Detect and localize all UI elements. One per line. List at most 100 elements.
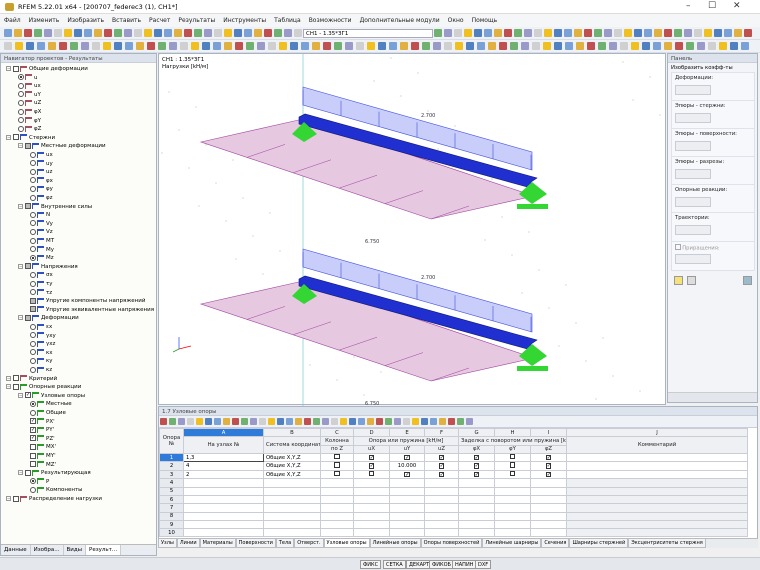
table-toolbar-icon[interactable] <box>178 418 185 425</box>
table-cell[interactable]: ✓ <box>458 461 495 471</box>
toolbar-button-icon[interactable] <box>74 29 82 37</box>
toolbar-button-icon[interactable] <box>724 29 732 37</box>
row-number[interactable]: 3 <box>159 469 184 480</box>
checkbox[interactable]: ✓ <box>368 454 375 461</box>
tree-item[interactable]: Mz <box>30 254 54 263</box>
radio-button[interactable] <box>18 74 24 81</box>
menu-item[interactable]: Изобразить <box>63 14 108 27</box>
checkbox[interactable] <box>30 306 36 313</box>
toolbar-button-icon[interactable] <box>257 42 265 50</box>
expand-toggle[interactable]: − <box>18 470 23 476</box>
coord-cell[interactable]: Общие X,Y,Z <box>263 469 321 480</box>
radio-button[interactable] <box>30 271 36 278</box>
node-cell[interactable]: 4 <box>183 461 264 471</box>
tree-item[interactable]: ✓ PZ' <box>30 435 55 444</box>
checkbox[interactable] <box>30 452 36 459</box>
toolbar-button-icon[interactable] <box>534 29 542 37</box>
tree-item[interactable]: − Результирующая <box>18 469 91 478</box>
radio-button[interactable] <box>30 478 36 485</box>
tree-item[interactable]: ✓ PX' <box>30 418 55 427</box>
toolbar-button-icon[interactable] <box>103 42 111 50</box>
row-number[interactable]: 8 <box>159 511 184 521</box>
radio-button[interactable] <box>18 82 24 89</box>
table-toolbar-icon[interactable] <box>196 418 203 425</box>
toolbar-button-icon[interactable] <box>614 29 622 37</box>
checkbox[interactable] <box>25 203 31 210</box>
toolbar-button-icon[interactable] <box>604 29 612 37</box>
toolbar-button-icon[interactable] <box>312 42 320 50</box>
table-cell[interactable] <box>263 519 321 530</box>
checkbox[interactable] <box>30 461 36 468</box>
minimize-button[interactable]: – <box>686 1 691 11</box>
radio-button[interactable] <box>30 323 36 330</box>
toolbar-button-icon[interactable] <box>598 42 606 50</box>
table-cell[interactable] <box>494 528 531 538</box>
table-row[interactable]: 8 <box>159 511 748 521</box>
table-cell[interactable] <box>183 486 264 497</box>
navigator-tab[interactable]: Данные <box>1 545 31 555</box>
table-cell[interactable] <box>530 494 567 505</box>
table-cell[interactable] <box>530 528 567 538</box>
scale-factor-spinner[interactable] <box>675 113 711 123</box>
column-letter[interactable]: C <box>320 427 354 438</box>
toolbar-button-icon[interactable] <box>514 29 522 37</box>
table-row[interactable]: 3 2 Общие X,Y,Z ✓ ✓ ✓ ✓ <box>159 469 748 480</box>
toolbar-button-icon[interactable] <box>634 29 642 37</box>
radio-button[interactable] <box>30 289 36 296</box>
radio-button[interactable] <box>18 91 24 98</box>
expand-toggle[interactable]: − <box>6 384 11 390</box>
tree-item[interactable]: P <box>30 478 49 487</box>
tree-item[interactable]: Упругие компоненты напряжений <box>30 297 145 306</box>
table-tab[interactable]: Узлы <box>158 539 177 548</box>
tree-item[interactable]: − Распределение нагрузки <box>6 495 102 504</box>
checkbox[interactable] <box>30 443 36 450</box>
status-toggle[interactable]: DXF <box>475 560 492 569</box>
table-cell[interactable] <box>424 486 459 497</box>
table-cell[interactable]: ✓ <box>458 452 495 463</box>
tree-item[interactable]: My <box>30 246 54 255</box>
toolbar-button-icon[interactable] <box>464 29 472 37</box>
tree-item[interactable]: N <box>30 211 50 220</box>
menu-item[interactable]: Результаты <box>174 14 219 27</box>
tree-item[interactable]: − Критерий <box>6 375 57 384</box>
toolbar-button-icon[interactable] <box>576 42 584 50</box>
coord-cell[interactable]: Общие X,Y,Z <box>263 461 321 471</box>
toolbar-button-icon[interactable] <box>4 42 12 50</box>
table-cell[interactable] <box>458 494 495 505</box>
tree-item[interactable]: Общие <box>30 409 66 418</box>
toolbar-button-icon[interactable] <box>158 42 166 50</box>
table-toolbar-icon[interactable] <box>349 418 356 425</box>
tree-item[interactable]: φY <box>18 117 41 126</box>
toolbar-button-icon[interactable] <box>4 29 12 37</box>
table-row[interactable]: 9 <box>159 519 748 530</box>
tree-item[interactable]: − ✓ Узловые опоры <box>18 392 85 401</box>
radio-button[interactable] <box>30 237 36 244</box>
tree-item[interactable]: κy <box>30 357 53 366</box>
table-cell[interactable] <box>458 528 495 538</box>
table-toolbar-icon[interactable] <box>304 418 311 425</box>
row-number[interactable]: 6 <box>159 494 184 505</box>
checkbox[interactable] <box>368 471 375 477</box>
table-toolbar-icon[interactable] <box>457 418 464 425</box>
row-number[interactable]: 9 <box>159 519 184 530</box>
checkbox[interactable]: ✓ <box>438 454 445 461</box>
checkbox[interactable]: ✓ <box>545 454 552 461</box>
toolbar-button-icon[interactable] <box>484 29 492 37</box>
toolbar-button-icon[interactable] <box>644 29 652 37</box>
menu-item[interactable]: Вставить <box>108 14 145 27</box>
toolbar-button-icon[interactable] <box>719 42 727 50</box>
table-cell[interactable] <box>530 503 567 513</box>
toolbar-button-icon[interactable] <box>411 42 419 50</box>
toolbar-button-icon[interactable] <box>114 29 122 37</box>
tree-item[interactable]: κz <box>30 366 52 375</box>
table-cell[interactable] <box>566 486 748 497</box>
table-cell[interactable] <box>389 478 425 488</box>
table-cell[interactable]: ✓ <box>424 452 459 463</box>
menu-item[interactable]: Таблица <box>270 14 305 27</box>
table-cell[interactable] <box>263 494 321 505</box>
toolbar-button-icon[interactable] <box>521 42 529 50</box>
scale-factor-spinner[interactable] <box>675 197 711 207</box>
toolbar-button-icon[interactable] <box>164 29 172 37</box>
load-case-select[interactable]: CH1 - 1.35*ЗГ1 <box>303 29 433 38</box>
toolbar-button-icon[interactable] <box>84 29 92 37</box>
